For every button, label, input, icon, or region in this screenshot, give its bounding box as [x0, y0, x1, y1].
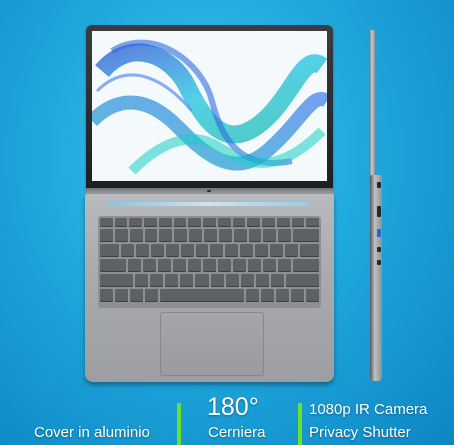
product-image: Cover in aluminio 180° Cerniera 1080p IR…	[0, 0, 454, 445]
audio-jack-icon	[377, 260, 381, 265]
usb-port-icon	[377, 247, 381, 252]
laptop-side-lid	[369, 30, 375, 182]
camera-caption: 1080p IR Camera	[309, 401, 428, 418]
screen-wallpaper-art	[92, 31, 327, 181]
keyboard	[98, 216, 321, 308]
touchpad	[160, 312, 264, 376]
laptop-screen	[92, 31, 327, 181]
feature-divider-bar	[298, 403, 302, 445]
laptop-keyboard-deck	[85, 194, 334, 382]
hinge-angle-value: 180°	[207, 393, 259, 421]
feature-divider-bar	[177, 403, 181, 445]
camera-icon	[207, 190, 211, 192]
laptop-lid	[86, 25, 333, 189]
hinge-caption: Cerniera	[208, 424, 266, 441]
privacy-shutter-caption: Privacy Shutter	[309, 424, 411, 441]
cover-caption: Cover in aluminio	[34, 424, 150, 441]
usb-c-port-icon	[377, 182, 381, 188]
hinge-light-strip	[107, 202, 310, 206]
hdmi-port-icon	[377, 206, 381, 217]
usb-a-port-icon	[377, 229, 381, 237]
